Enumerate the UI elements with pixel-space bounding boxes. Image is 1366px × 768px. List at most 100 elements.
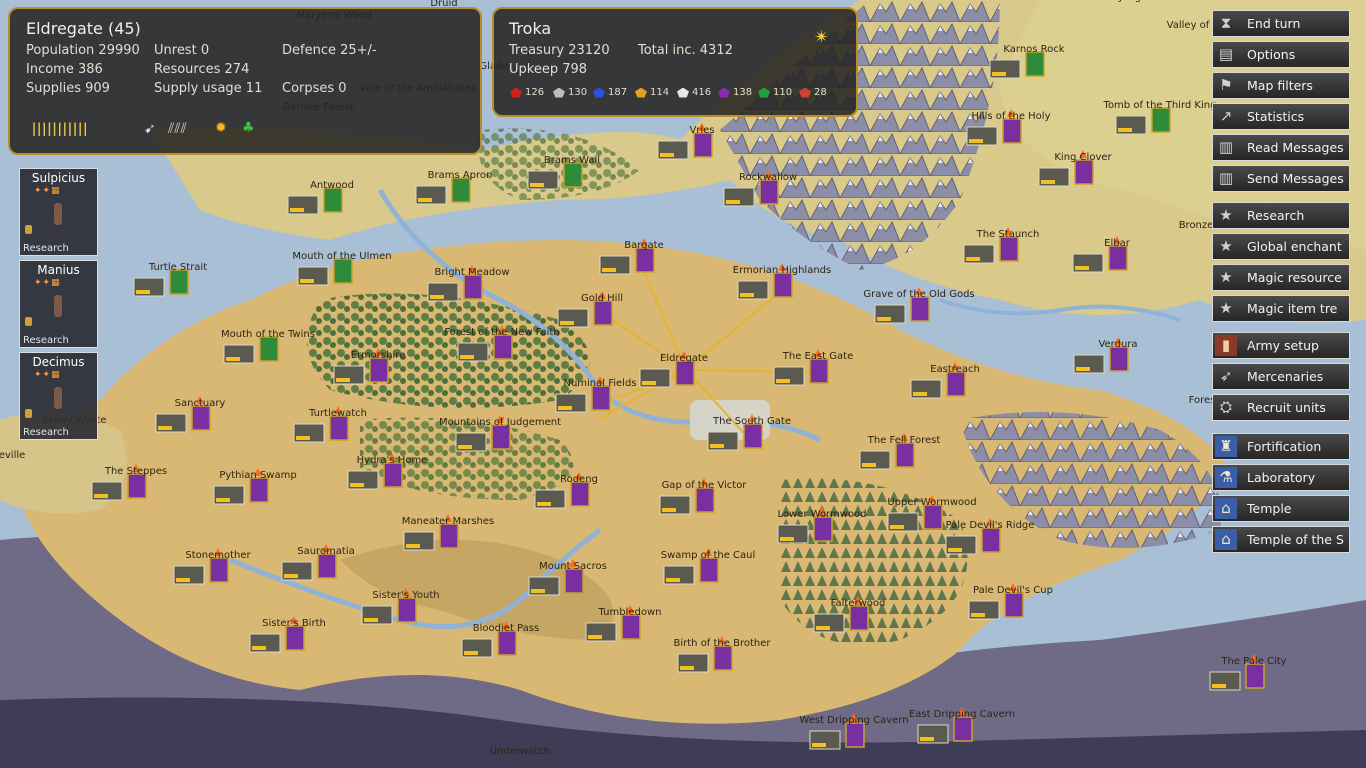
banner-icon [621,614,641,640]
read-messages-button[interactable]: ▥ Read Messages [1212,134,1350,161]
province-income-bar [642,381,656,385]
button-label: Magic resource [1247,270,1342,285]
province-name: Maneater Marshes [402,516,495,527]
feathers-icon: ⫽⫽⫽ [168,121,187,137]
commander-coin-icon [25,317,32,326]
province-marker[interactable]: West Clissian Jungle [1050,0,1150,3]
resource-value: 114 [650,87,670,98]
province-name: Birth of the Brother [674,638,772,649]
banner-icon [127,473,147,499]
button-label: Fortification [1247,439,1322,454]
global-enchant-button[interactable]: ★ Global enchant [1212,233,1350,260]
province-income-bar [710,444,724,448]
temple-of-the-s-button[interactable]: ⌂ Temple of the S [1212,526,1350,553]
province-name: Ermorshire [351,350,406,361]
air-gem-icon [553,87,565,98]
commander-card[interactable]: Sulpicius ✦✦▦ Research [19,168,98,256]
province-income-bar [94,494,108,498]
banner-icon [491,424,511,450]
resource-astral-pearl: 416 [677,87,711,98]
resource-value: 130 [568,87,588,98]
commander-card[interactable]: Decimus ✦✦▦ Research [19,352,98,440]
province-name: Grave of the Old Gods [863,289,974,300]
province-name: Vries [689,125,714,136]
mercenaries-button[interactable]: ➶ Mercenaries [1212,363,1350,390]
army-setup-button[interactable]: ▮ Army setup [1212,332,1350,359]
recruit-units-button[interactable]: ⛭ Recruit units [1212,394,1350,421]
fortification-button[interactable]: ♜ Fortification [1212,433,1350,460]
province-income-bar [558,406,572,410]
province-income-bar [226,357,240,361]
banner-icon [397,597,417,623]
banner-icon [563,162,583,188]
province-income-bar [531,589,545,593]
province-income-bar [602,268,616,272]
nation-star-icon[interactable]: ✴ [814,27,829,48]
province-name: Tumbledown [598,607,662,618]
province-name: Mountains of Judgement [439,417,561,428]
province-name: eville [0,450,25,461]
province-income-bar [530,183,544,187]
water-gem-icon [593,87,605,98]
laboratory-icon: ⚗ [1215,467,1237,488]
banner-icon [1151,107,1171,133]
province-income-bar [336,378,350,382]
banner-icon [1025,51,1045,77]
province-marker[interactable]: eville [0,450,25,461]
options-button[interactable]: ▤ Options [1212,41,1350,68]
magic-item-tre-button[interactable]: ★ Magic item tre [1212,295,1350,322]
send-messages-button[interactable]: ▥ Send Messages [1212,165,1350,192]
province-info-panel: Eldregate (45) Population 29990 Unrest 0… [8,7,482,155]
defence-stat: Defence 25+/- [282,43,377,58]
commander-card[interactable]: Manius ✦✦▦ Research [19,260,98,348]
resource-nature-gem: 110 [758,87,792,98]
province-marker[interactable]: Underwatch [490,746,550,757]
province-income-bar [969,139,983,143]
banner-icon [1245,663,1265,689]
banner-icon [285,625,305,651]
end-turn-button[interactable]: ⧗ End turn [1212,10,1350,37]
button-label: Statistics [1247,109,1305,124]
province-name: Lower Wormwood [778,509,867,520]
banner-icon [1004,592,1024,618]
commander-name: Decimus [32,355,85,369]
banner-icon [497,630,517,656]
banner-icon [1074,159,1094,185]
commander-gem-icons: ✦✦▦ [34,278,61,288]
statistics-button[interactable]: ↗ Statistics [1212,103,1350,130]
banner-icon [593,300,613,326]
province-income-bar [464,651,478,655]
earth-gem-icon [635,87,647,98]
anvil-icon: ⛭ [1219,398,1232,416]
button-label: Recruit units [1247,400,1326,415]
province-name: The Staunch [976,229,1040,240]
resources-stat: Resources 274 [154,62,250,77]
research-button[interactable]: ★ Research [1212,202,1350,229]
button-label: Global enchant [1247,239,1342,254]
temple-button[interactable]: ⌂ Temple [1212,495,1350,522]
map-filters-button[interactable]: ⚑ Map filters [1212,72,1350,99]
star-icon: ★ [1219,206,1233,224]
banner-icon [981,527,1001,553]
province-income-bar [776,379,790,383]
commander-coin-icon [25,225,32,234]
treasury-stat: Treasury 23120 [509,43,610,58]
province-income-bar [680,666,694,670]
banner-icon [463,274,483,300]
province-income-bar [966,257,980,261]
province-name: Eastreach [930,364,980,375]
button-label: Temple [1247,501,1292,516]
province-name: West Dripping Cavern [799,715,908,726]
banner-icon [695,487,715,513]
province-income-bar [740,293,754,297]
province-income-bar [284,574,298,578]
province-marker[interactable]: Valley of [1167,20,1210,31]
laboratory-button[interactable]: ⚗ Laboratory [1212,464,1350,491]
province-name: Pale Devil's Ridge [946,520,1035,531]
banner-icon [1109,346,1129,372]
banner-icon [259,336,279,362]
province-income-bar [1041,180,1055,184]
magic-resource-button[interactable]: ★ Magic resource [1212,264,1350,291]
bird-icon: ➹ [144,121,156,137]
province-marker[interactable]: Bronze [1179,220,1214,231]
